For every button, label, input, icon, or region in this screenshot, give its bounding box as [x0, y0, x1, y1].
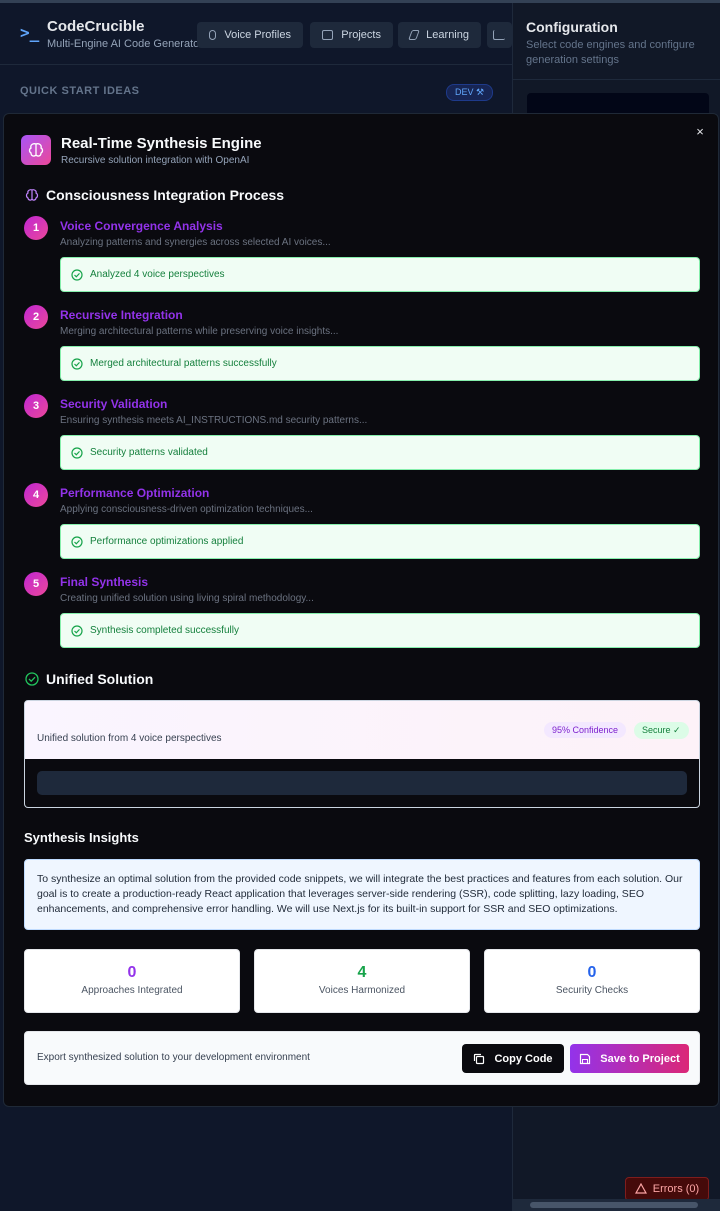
folder-icon [322, 30, 334, 40]
step-result: Performance optimizations applied [60, 524, 700, 559]
stat-value: 0 [587, 964, 597, 981]
insights-title: Synthesis Insights [24, 830, 139, 845]
terminal-icon: >_ [20, 23, 40, 42]
unified-heading: Unified Solution [25, 671, 153, 687]
step-number: 2 [24, 305, 48, 329]
nav-analytics[interactable] [487, 22, 512, 48]
check-circle-icon [71, 268, 83, 281]
unified-card-header: Unified solution from 4 voice perspectiv… [25, 701, 699, 759]
step-result: Analyzed 4 voice perspectives [60, 257, 700, 292]
config-subtitle: Select code engines and configure genera… [526, 39, 695, 66]
nav-label: Learning [426, 29, 469, 41]
errors-button[interactable]: Errors (0) [625, 1177, 709, 1201]
synthesis-modal: × Real-Time Synthesis Engine Recursive s… [3, 113, 719, 1107]
check-circle-icon [71, 624, 83, 637]
step-result-text: Analyzed 4 voice perspectives [90, 269, 225, 280]
stat-label: Voices Harmonized [318, 985, 406, 996]
step-description: Creating unified solution using living s… [60, 593, 314, 604]
step-result-text: Performance optimizations applied [90, 536, 244, 547]
modal-subtitle: Recursive solution integration with Open… [61, 155, 250, 166]
nav-label: Voice Profiles [224, 29, 291, 41]
copy-code-label: Copy Code [494, 1052, 553, 1065]
stat-voices: 4 Voices Harmonized [254, 949, 470, 1013]
quick-start-label: QUICK START IDEAS [20, 85, 140, 97]
app-subtitle: Multi-Engine AI Code Generator [47, 38, 203, 50]
step-title: Recursive Integration [60, 308, 183, 322]
step-number: 4 [24, 483, 48, 507]
check-circle-icon [71, 446, 83, 459]
save-icon [580, 1053, 591, 1064]
stat-value: 4 [357, 964, 367, 981]
config-title: Configuration [526, 19, 618, 35]
nav-learning[interactable]: Learning [398, 22, 481, 48]
stat-approaches: 0 Approaches Integrated [24, 949, 240, 1013]
step-description: Ensuring synthesis meets AI_INSTRUCTIONS… [60, 415, 368, 426]
step-description: Applying consciousness-driven optimizati… [60, 504, 313, 515]
save-to-project-label: Save to Project [600, 1052, 680, 1065]
nav-projects[interactable]: Projects [310, 22, 393, 48]
insights-text: To synthesize an optimal solution from t… [24, 859, 700, 930]
graduation-cap-icon [408, 30, 420, 40]
warning-icon [634, 1183, 647, 1194]
step-title: Performance Optimization [60, 486, 210, 500]
dev-badge: DEV ⚒ [446, 84, 494, 101]
step-result-text: Security patterns validated [90, 447, 208, 458]
scrollbar-thumb[interactable] [530, 1202, 698, 1208]
step-result-text: Synthesis completed successfully [90, 625, 239, 636]
bar-chart-icon [493, 30, 505, 40]
brain-icon [21, 135, 51, 165]
process-heading: Consciousness Integration Process [25, 187, 284, 203]
step-description: Merging architectural patterns while pre… [60, 326, 339, 337]
errors-label: Errors (0) [652, 1183, 700, 1195]
unified-title: Unified Solution [46, 671, 154, 687]
divider [513, 79, 720, 80]
step-number: 3 [24, 394, 48, 418]
step-result: Synthesis completed successfully [60, 613, 700, 648]
step-result-text: Merged architectural patterns successful… [90, 358, 277, 369]
app-header: >_ CodeCrucible Multi-Engine AI Code Gen… [0, 3, 512, 65]
stat-label: Approaches Integrated [81, 985, 183, 996]
export-bar: Export synthesized solution to your deve… [24, 1031, 700, 1085]
horizontal-scrollbar[interactable] [512, 1199, 720, 1211]
brain-icon [25, 189, 39, 201]
save-to-project-button[interactable]: Save to Project [570, 1044, 689, 1073]
check-circle-icon [71, 357, 83, 370]
step-title: Final Synthesis [60, 575, 149, 589]
modal-title: Real-Time Synthesis Engine [61, 135, 262, 152]
confidence-badge: 95% Confidence [544, 722, 627, 738]
check-circle-icon [71, 535, 83, 548]
step-result: Merged architectural patterns successful… [60, 346, 700, 381]
export-text: Export synthesized solution to your deve… [37, 1052, 310, 1063]
unified-description: Unified solution from 4 voice perspectiv… [37, 733, 222, 744]
nav-label: Projects [341, 29, 381, 41]
process-title: Consciousness Integration Process [46, 187, 285, 203]
stat-security: 0 Security Checks [484, 949, 700, 1013]
close-icon[interactable]: × [692, 124, 708, 140]
code-content[interactable] [37, 771, 687, 795]
check-circle-icon [25, 672, 39, 686]
copy-code-button[interactable]: Copy Code [462, 1044, 564, 1073]
step-number: 5 [24, 572, 48, 596]
nav-voice-profiles[interactable]: Voice Profiles [197, 22, 303, 48]
stat-value: 0 [127, 964, 137, 981]
step-result: Security patterns validated [60, 435, 700, 470]
step-number: 1 [24, 216, 48, 240]
app-title: CodeCrucible [47, 18, 145, 35]
unified-solution-card: Unified solution from 4 voice perspectiv… [24, 700, 700, 808]
secure-badge: Secure ✓ [634, 722, 689, 739]
step-description: Analyzing patterns and synergies across … [60, 237, 331, 248]
user-icon [209, 30, 217, 40]
stat-label: Security Checks [555, 985, 629, 996]
step-title: Voice Convergence Analysis [60, 219, 223, 233]
copy-icon [474, 1053, 485, 1064]
dev-badge-label: DEV [455, 87, 474, 97]
step-title: Security Validation [60, 397, 168, 411]
code-block [25, 759, 699, 807]
